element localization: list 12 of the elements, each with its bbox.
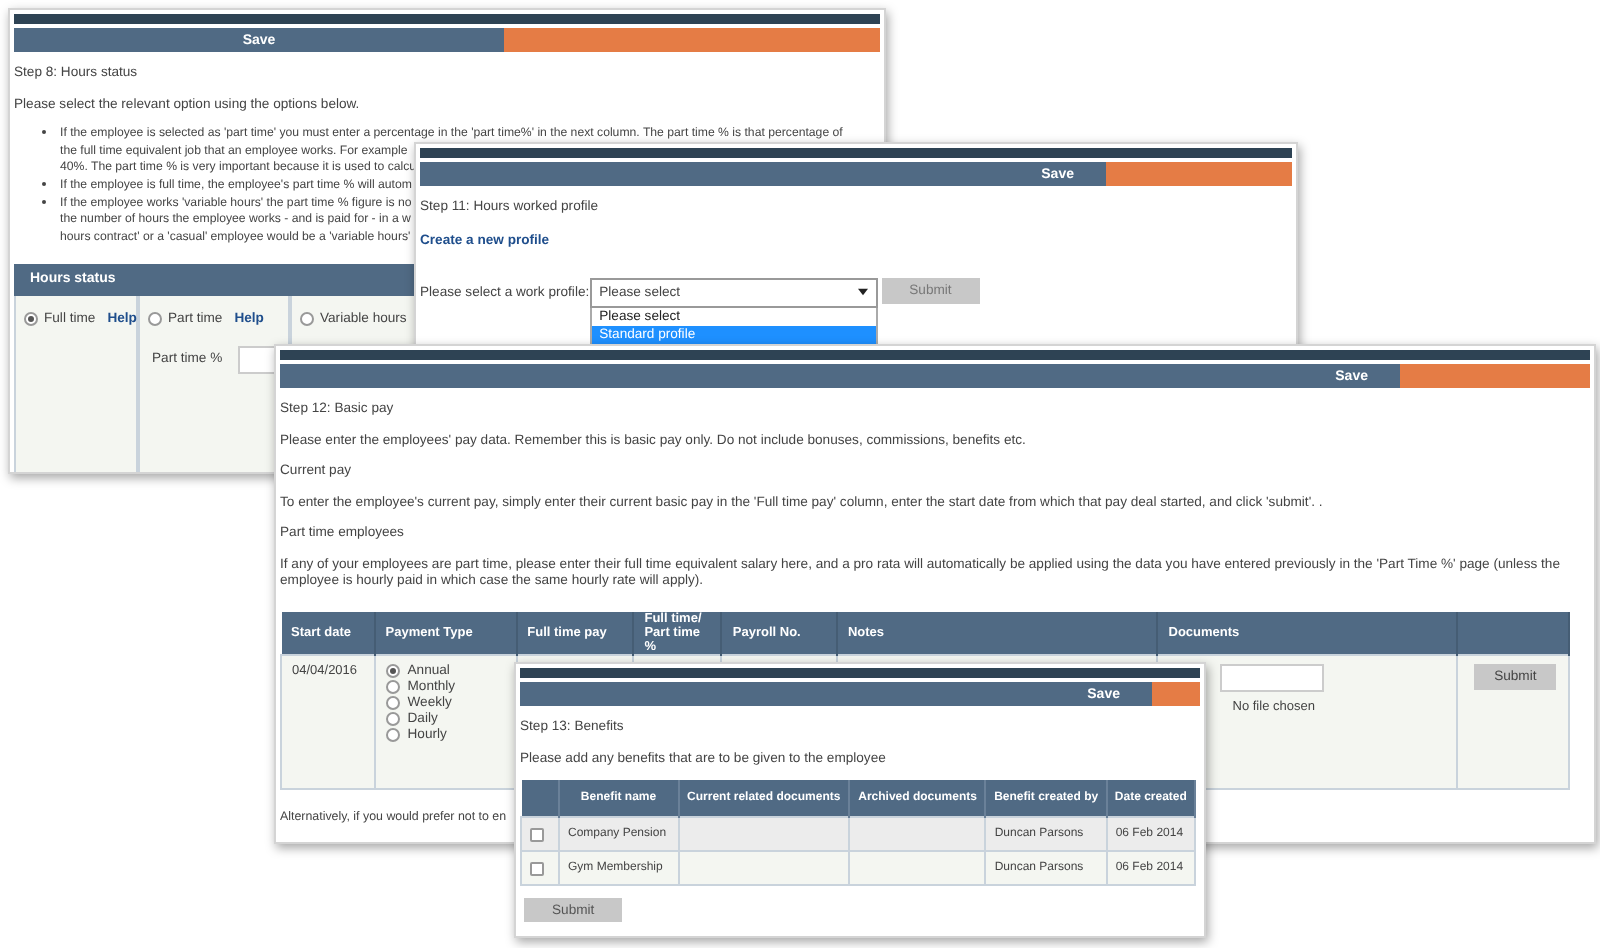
input-field[interactable] <box>1220 663 1325 691</box>
radio-button[interactable] <box>300 311 314 326</box>
checkbox[interactable] <box>530 861 544 875</box>
radio-button[interactable] <box>385 695 400 709</box>
radio-button[interactable] <box>385 711 400 725</box>
radio-button[interactable] <box>385 679 400 693</box>
radio-button[interactable] <box>385 727 400 741</box>
accent-bar <box>1152 682 1200 706</box>
radio-button[interactable] <box>148 311 162 326</box>
checkbox[interactable] <box>530 827 544 841</box>
radio-button[interactable] <box>24 311 38 326</box>
radio-button[interactable] <box>385 663 400 677</box>
